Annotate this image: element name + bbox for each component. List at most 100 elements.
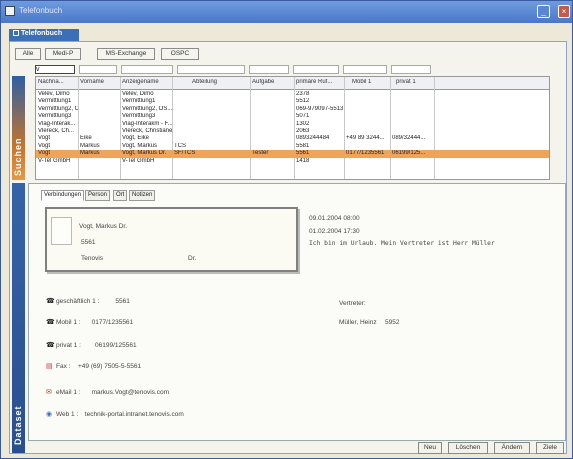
search-row: v xyxy=(35,65,550,74)
table-cell: Vermittlung3 xyxy=(122,113,156,120)
table-cell: Vogt xyxy=(38,135,51,142)
table-cell: 5512 xyxy=(296,98,310,105)
new-button[interactable]: Neu xyxy=(418,442,442,454)
contact-label: Web 1 : xyxy=(56,411,79,418)
table-row[interactable]: Vogt Eike Vogt, Eike 0893244484 +49 89 3244.… xyxy=(36,135,549,142)
card-company: Tenovis xyxy=(81,255,104,262)
contact-value[interactable]: technik-portal.intranet.tenovis.com xyxy=(85,411,184,418)
tab-verbindungen[interactable]: Verbindungen xyxy=(41,190,85,201)
table-cell: Velev, Dimo xyxy=(122,91,154,97)
table-row[interactable]: Velev, Dimo Velev, Dimo 2378 xyxy=(36,91,549,98)
filter-field-ruf[interactable] xyxy=(293,65,339,74)
table-cell: TCS xyxy=(174,142,186,149)
table-cell: Vermittlung3 xyxy=(38,113,72,120)
table-cell: Markus xyxy=(80,150,100,157)
action-bar: Neu Löschen Ändern Ziele xyxy=(28,442,566,454)
filter-medi-p[interactable]: Medi-P xyxy=(45,48,81,60)
table-row[interactable]: Vogt Markus Vogt, Markus Dr. SF/TCS Tester 55… xyxy=(36,150,549,158)
table-cell: 2378 xyxy=(296,91,310,97)
contact-label: geschäftlich 1 : xyxy=(56,298,100,305)
table-row[interactable]: Vermittlung2, OSPC Vermittlung2, OS... 069… xyxy=(36,105,549,113)
filter-field-vorname[interactable] xyxy=(79,65,117,74)
table-row[interactable]: Vermittlung3 Vermittlung3 5071 xyxy=(36,113,549,120)
table-cell: Vlag-Interak... xyxy=(38,120,76,127)
tab-person[interactable]: Person xyxy=(85,190,111,201)
table-cell: SF/TCS xyxy=(174,150,196,157)
table-cell: Vogt, Markus xyxy=(122,142,158,149)
contact-value[interactable]: +49 (69) 7505-5-5561 xyxy=(78,363,141,370)
table-cell: 5071 xyxy=(296,113,310,120)
filter-field-aufgabe[interactable] xyxy=(249,65,289,74)
search-input[interactable]: v xyxy=(35,65,75,74)
table-cell: 2063 xyxy=(296,128,310,134)
sidebar-suchen-label: Suchen xyxy=(13,137,23,176)
edit-button[interactable]: Ändern xyxy=(494,442,530,454)
delete-button[interactable]: Löschen xyxy=(448,442,488,454)
close-button[interactable]: × xyxy=(558,5,570,18)
sidebar-suchen[interactable]: Suchen xyxy=(12,76,25,180)
filter-field-anzeigename[interactable] xyxy=(121,65,173,74)
window-title: Telefonbuch xyxy=(19,6,63,15)
absence-to: 01.02.2004 17:30 xyxy=(309,228,360,235)
table-cell: V-Tel GmbH xyxy=(38,157,71,164)
table-cell: Vogt, Markus Dr. xyxy=(122,150,167,157)
table-cell: Velev, Dimo xyxy=(38,91,70,97)
table-cell: Vermittlung1 xyxy=(122,98,156,105)
tab-notizen[interactable]: Notizen xyxy=(129,190,156,201)
table-cell: Vogt, Eike xyxy=(122,135,150,142)
email-icon: ✉ xyxy=(46,389,52,396)
contact-label: eMail 1 : xyxy=(56,389,81,396)
table-row[interactable]: V-Tel GmbH V-Tel GmbH 1418 xyxy=(36,157,549,165)
table-row[interactable]: Vermittlung1 Vermittlung1 5512 xyxy=(36,98,549,105)
contact-value[interactable]: 0177/1235561 xyxy=(92,319,134,326)
table-row[interactable]: Vlag-Interak... Vlag-Interakm - F... 1302 xyxy=(36,120,549,128)
table-cell: 069-979097-5513 xyxy=(296,105,344,112)
contact-value[interactable]: 06199/125561 xyxy=(95,342,137,349)
table-cell: Vlag-Interakm - F... xyxy=(122,120,172,127)
contact-label: privat 1 : xyxy=(56,342,81,349)
tab-icon xyxy=(13,30,19,37)
column-header-nachname[interactable]: Nachna... xyxy=(38,79,78,85)
table-row[interactable]: Vogt Markus Vogt, Markus TCS 5581 xyxy=(36,142,549,150)
filter-alle[interactable]: Alle xyxy=(15,48,41,60)
card-name: Vogt, Markus Dr. xyxy=(79,223,128,230)
filter-field-privat[interactable] xyxy=(391,65,431,74)
sidebar-dataset[interactable]: Dataset xyxy=(12,183,25,453)
web-icon: ◉ xyxy=(46,411,53,418)
mobile-icon: ☎ xyxy=(46,319,55,326)
contact-value[interactable]: markus.Vogt@tenovis.com xyxy=(92,389,169,396)
column-header-vorname[interactable]: Vorname xyxy=(80,79,118,85)
filter-ms-exchange[interactable]: MS-Exchange xyxy=(97,48,155,60)
column-header-aufgabe[interactable]: Aufgabe xyxy=(252,79,292,85)
targets-button[interactable]: Ziele xyxy=(536,442,564,454)
contact-label: Mobil 1 : xyxy=(56,319,81,326)
column-header-abteilung[interactable]: Abteilung xyxy=(192,79,244,85)
table-cell: Vlereck, Christiane xyxy=(122,128,172,134)
table-cell: +49 89 3244... xyxy=(346,135,385,142)
tab-telefonbuch[interactable]: Telefonbuch xyxy=(9,29,79,41)
contact-grid: Nachna... Vorname Anzeigename Abteilung … xyxy=(35,76,550,180)
minimize-button[interactable]: _ xyxy=(537,5,550,18)
table-cell: Vogt xyxy=(38,150,51,157)
phone-icon: ☎ xyxy=(46,342,55,349)
filter-field-mobil[interactable] xyxy=(343,65,387,74)
column-header-anzeigename[interactable]: Anzeigename xyxy=(122,79,176,85)
table-row[interactable]: Vlereck, Ch... Vlereck, Christiane 2063 xyxy=(36,128,549,135)
filter-ospc[interactable]: OSPC xyxy=(161,48,199,60)
phone-icon: ☎ xyxy=(46,298,55,305)
table-cell: Tester xyxy=(252,150,269,157)
column-header-mobil[interactable]: Mobil 1 xyxy=(352,79,392,85)
card-extension: 5561 xyxy=(81,239,96,246)
fax-icon: ▤ xyxy=(46,363,53,370)
tab-ort[interactable]: Ort xyxy=(113,190,128,201)
app-window: Telefonbuch _ × Telefonbuch Alle Medi-P … xyxy=(0,0,573,459)
table-cell: 1302 xyxy=(296,120,310,127)
column-header-ruf[interactable]: primäre Ruf... xyxy=(296,79,342,85)
sidebar-dataset-label: Dataset xyxy=(13,405,23,445)
contact-value[interactable]: 5561 xyxy=(115,298,129,305)
card-title: Dr. xyxy=(188,255,197,262)
table-cell: 1418 xyxy=(296,157,310,164)
title-bar: Telefonbuch _ × xyxy=(1,1,572,23)
filter-field-abteilung[interactable] xyxy=(177,65,245,74)
column-header-privat[interactable]: privat 1 xyxy=(396,79,436,85)
